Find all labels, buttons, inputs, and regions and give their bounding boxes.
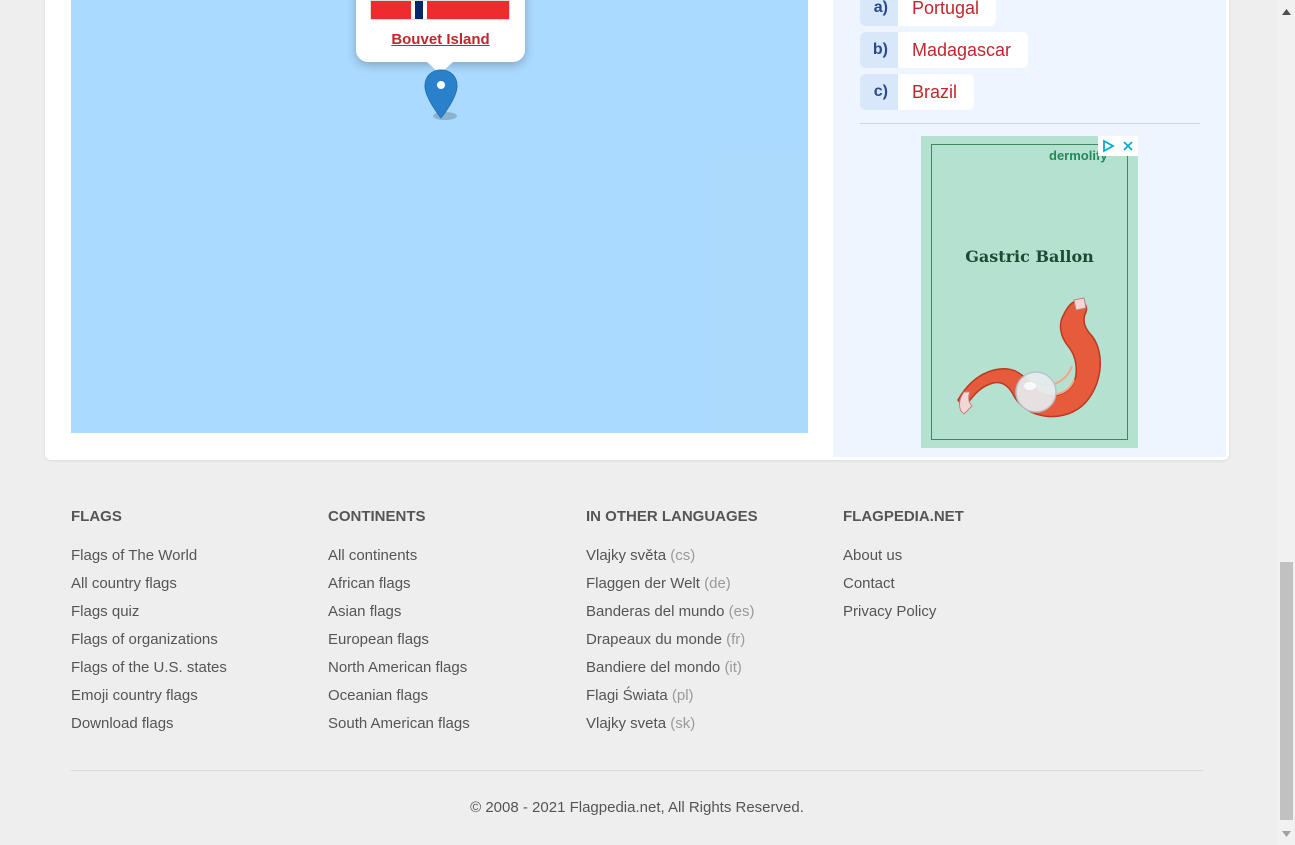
quiz-panel: a) Portugal b) Madagascar c) Brazil derm…: [833, 0, 1226, 457]
footer-link[interactable]: Flags quiz: [71, 603, 227, 631]
footer-language-link[interactable]: Banderas del mundo (es): [586, 603, 758, 631]
footer-language-link[interactable]: Vlajky sveta (sk): [586, 715, 758, 743]
ad-title: Gastric Ballon: [965, 247, 1094, 266]
footer-heading: FLAGS: [71, 508, 122, 525]
option-letter: c): [860, 74, 898, 110]
language-code: (es): [728, 603, 755, 620]
footer-link[interactable]: North American flags: [328, 659, 470, 687]
footer-link[interactable]: European flags: [328, 631, 470, 659]
quiz-option-a[interactable]: a) Portugal: [860, 0, 997, 26]
footer-language-link[interactable]: Flaggen der Welt (de): [586, 575, 758, 603]
map-tile: [711, 153, 808, 433]
footer-link[interactable]: Privacy Policy: [843, 603, 964, 631]
option-letter: b): [860, 32, 898, 68]
footer-heading: IN OTHER LANGUAGES: [586, 508, 758, 525]
footer-column-flagpedia: FLAGPEDIA.NET About us Contact Privacy P…: [843, 508, 964, 631]
footer-link[interactable]: Emoji country flags: [71, 687, 227, 715]
advertisement[interactable]: dermolify Gastric Ballon: [921, 136, 1138, 448]
footer-link[interactable]: Flags of The World: [71, 547, 227, 575]
footer-link[interactable]: Asian flags: [328, 603, 470, 631]
footer-language-link[interactable]: Drapeaux du monde (fr): [586, 631, 758, 659]
footer-link[interactable]: Oceanian flags: [328, 687, 470, 715]
footer-link[interactable]: African flags: [328, 575, 470, 603]
divider: [860, 123, 1200, 124]
option-letter: a): [860, 0, 898, 26]
language-name: Vlajky sveta: [586, 715, 667, 732]
page-scrollbar[interactable]: [1278, 0, 1295, 845]
language-code: (it): [724, 659, 742, 676]
scroll-down-arrow-icon[interactable]: [1278, 825, 1295, 842]
language-code: (pl): [671, 687, 694, 704]
footer-heading: CONTINENTS: [328, 508, 426, 525]
language-name: Drapeaux du monde: [586, 631, 722, 648]
footer-column-languages: IN OTHER LANGUAGES Vlajky světa (cs) Fla…: [586, 508, 758, 743]
language-name: Vlajky světa: [586, 547, 667, 564]
quiz-option-b[interactable]: b) Madagascar: [860, 32, 1029, 68]
option-text[interactable]: Madagascar: [898, 32, 1029, 68]
footer-link[interactable]: About us: [843, 547, 964, 575]
language-code: (sk): [670, 715, 696, 732]
footer-link[interactable]: All continents: [328, 547, 470, 575]
language-code: (fr): [726, 631, 746, 648]
quiz-option-c[interactable]: c) Brazil: [860, 74, 975, 110]
footer-language-link[interactable]: Flagi Świata (pl): [586, 687, 758, 715]
footer-column-continents: CONTINENTS All continents African flags …: [328, 508, 470, 743]
scrollbar-thumb[interactable]: [1280, 562, 1293, 820]
footer-column-flags: FLAGS Flags of The World All country fla…: [71, 508, 227, 743]
bouvet-island-flag: [370, 0, 510, 20]
language-name: Banderas del mundo: [586, 603, 725, 620]
language-code: (cs): [670, 547, 696, 564]
language-name: Bandiere del mondo: [586, 659, 721, 676]
footer-link[interactable]: Download flags: [71, 715, 227, 743]
option-text[interactable]: Portugal: [898, 0, 997, 26]
scroll-up-arrow-icon[interactable]: [1278, 3, 1295, 20]
footer-divider: [71, 770, 1203, 771]
language-name: Flaggen der Welt: [586, 575, 700, 592]
footer-language-link[interactable]: Vlajky světa (cs): [586, 547, 758, 575]
ad-controls: [1098, 136, 1138, 156]
footer-heading: FLAGPEDIA.NET: [843, 508, 964, 525]
option-text[interactable]: Brazil: [898, 74, 975, 110]
map[interactable]: Bouvet Island: [71, 0, 808, 433]
footer-link[interactable]: Flags of organizations: [71, 631, 227, 659]
copyright-text: © 2008 - 2021 Flagpedia.net, All Rights …: [470, 799, 804, 816]
footer-link[interactable]: South American flags: [328, 715, 470, 743]
map-popup: Bouvet Island: [356, 0, 525, 74]
language-code: (de): [704, 575, 731, 592]
close-icon[interactable]: [1118, 136, 1138, 156]
language-name: Flagi Świata: [586, 687, 668, 704]
footer-link[interactable]: Flags of the U.S. states: [71, 659, 227, 687]
adchoices-icon[interactable]: [1098, 136, 1118, 156]
stomach-illustration: [957, 297, 1102, 418]
popup-country-link[interactable]: Bouvet Island: [356, 31, 525, 48]
footer-language-link[interactable]: Bandiere del mondo (it): [586, 659, 758, 687]
footer-link[interactable]: All country flags: [71, 575, 227, 603]
footer-link[interactable]: Contact: [843, 575, 964, 603]
map-marker-icon[interactable]: [423, 68, 459, 124]
